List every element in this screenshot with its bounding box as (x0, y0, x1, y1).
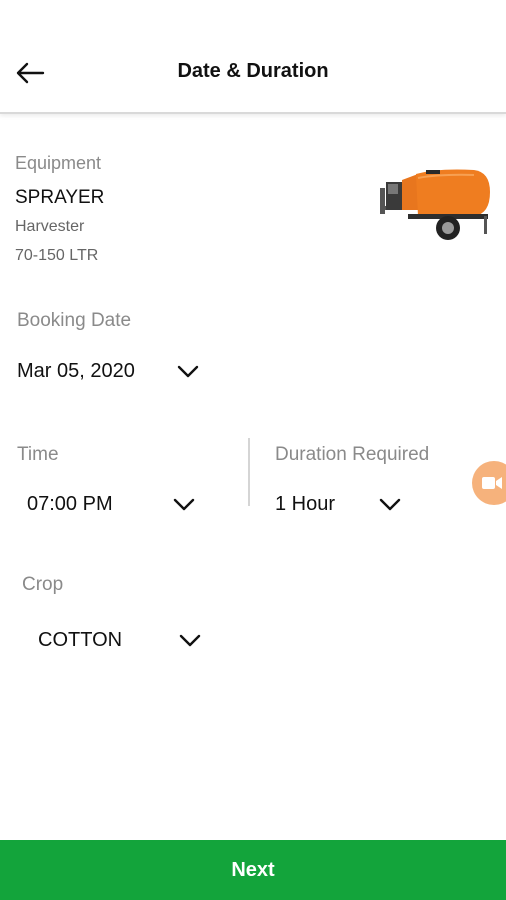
video-icon (482, 477, 502, 489)
duration-label: Duration Required (275, 444, 430, 465)
equipment-label: Equipment (15, 153, 102, 173)
chevron-down-icon[interactable] (179, 634, 201, 648)
equipment-name: SPRAYER (15, 187, 105, 208)
chevron-down-icon[interactable] (177, 365, 199, 379)
video-call-button[interactable] (472, 461, 506, 505)
equipment-capacity: 70-150 LTR (15, 247, 99, 264)
chevron-down-icon[interactable] (173, 498, 195, 512)
field-divider (248, 438, 250, 506)
crop-value[interactable]: COTTON (38, 629, 122, 652)
equipment-type: Harvester (15, 218, 85, 235)
sprayer-image (380, 169, 490, 240)
booking-date-value[interactable]: Mar 05, 2020 (17, 360, 135, 383)
crop-label: Crop (22, 574, 64, 595)
time-value[interactable]: 07:00 PM (27, 493, 113, 516)
time-label: Time (17, 444, 59, 465)
booking-date-label: Booking Date (17, 310, 132, 331)
chevron-down-icon[interactable] (379, 498, 401, 512)
app-header: Date & Duration (0, 0, 506, 114)
next-button[interactable]: Next (0, 840, 506, 900)
page-title: Date & Duration (177, 60, 329, 82)
duration-value[interactable]: 1 Hour (275, 493, 335, 516)
